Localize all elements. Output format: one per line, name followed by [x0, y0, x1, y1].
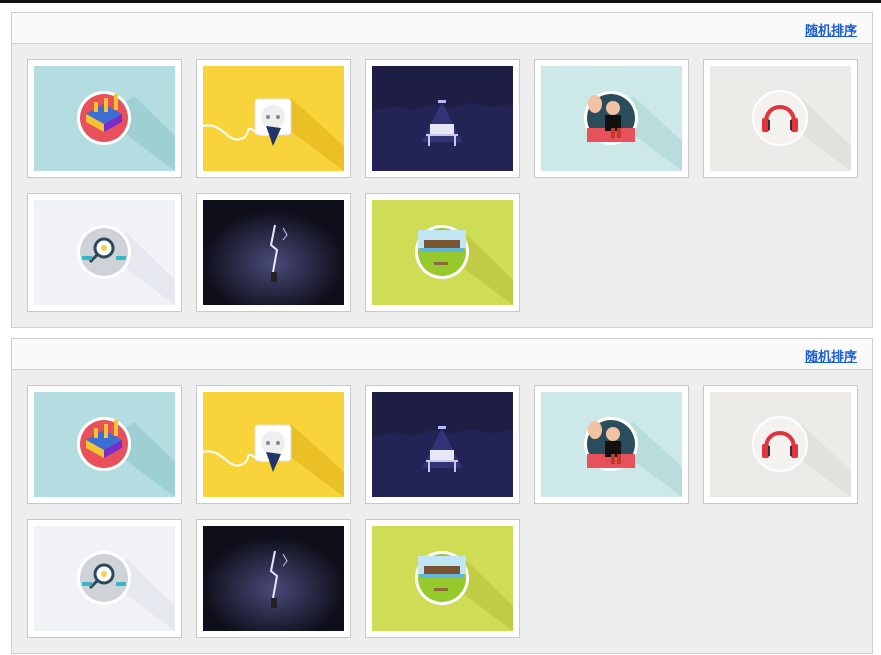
- thumbnail-headphones[interactable]: [703, 385, 858, 504]
- gallery-panel-1: 随机排序: [11, 12, 873, 328]
- isometric-building-icon: [34, 392, 175, 497]
- landscape-badge-icon: [372, 200, 513, 305]
- top-border: [0, 0, 881, 3]
- thumbnail-landscape-badge[interactable]: [365, 519, 520, 638]
- waving-man-icon: [541, 66, 682, 171]
- thumbnail-grid: [12, 44, 872, 327]
- waving-man-icon: [541, 392, 682, 497]
- isometric-building-icon: [34, 66, 175, 171]
- night-desk-lamp-icon: [372, 66, 513, 171]
- thumbnail-waving-man[interactable]: [534, 59, 689, 178]
- thumbnail-headphones[interactable]: [703, 59, 858, 178]
- gallery-panel-2: 随机排序: [11, 338, 873, 654]
- panel-header: 随机排序: [12, 339, 872, 370]
- thumbnail-waving-man[interactable]: [534, 385, 689, 504]
- magnifier-gear-icon: [34, 526, 175, 631]
- thumbnail-isometric-building[interactable]: [27, 59, 182, 178]
- headphones-icon: [710, 66, 851, 171]
- landscape-badge-icon: [372, 526, 513, 631]
- thumbnail-power-plug[interactable]: [196, 385, 351, 504]
- magnifier-gear-icon: [34, 200, 175, 305]
- lightning-figure-icon: [203, 200, 344, 305]
- night-desk-lamp-icon: [372, 392, 513, 497]
- power-plug-icon: [203, 66, 344, 171]
- thumbnail-power-plug[interactable]: [196, 59, 351, 178]
- lightning-figure-icon: [203, 526, 344, 631]
- thumbnail-night-desk[interactable]: [365, 59, 520, 178]
- power-plug-icon: [203, 392, 344, 497]
- thumbnail-night-desk[interactable]: [365, 385, 520, 504]
- headphones-icon: [710, 392, 851, 497]
- thumbnail-lightning[interactable]: [196, 193, 351, 312]
- shuffle-link[interactable]: 随机排序: [805, 346, 857, 365]
- shuffle-link[interactable]: 随机排序: [805, 20, 857, 39]
- thumbnail-landscape-badge[interactable]: [365, 193, 520, 312]
- thumbnail-lightning[interactable]: [196, 519, 351, 638]
- panel-header: 随机排序: [12, 13, 872, 44]
- thumbnail-isometric-building[interactable]: [27, 385, 182, 504]
- thumbnail-magnifier-gear[interactable]: [27, 519, 182, 638]
- thumbnail-magnifier-gear[interactable]: [27, 193, 182, 312]
- thumbnail-grid: [12, 370, 872, 653]
